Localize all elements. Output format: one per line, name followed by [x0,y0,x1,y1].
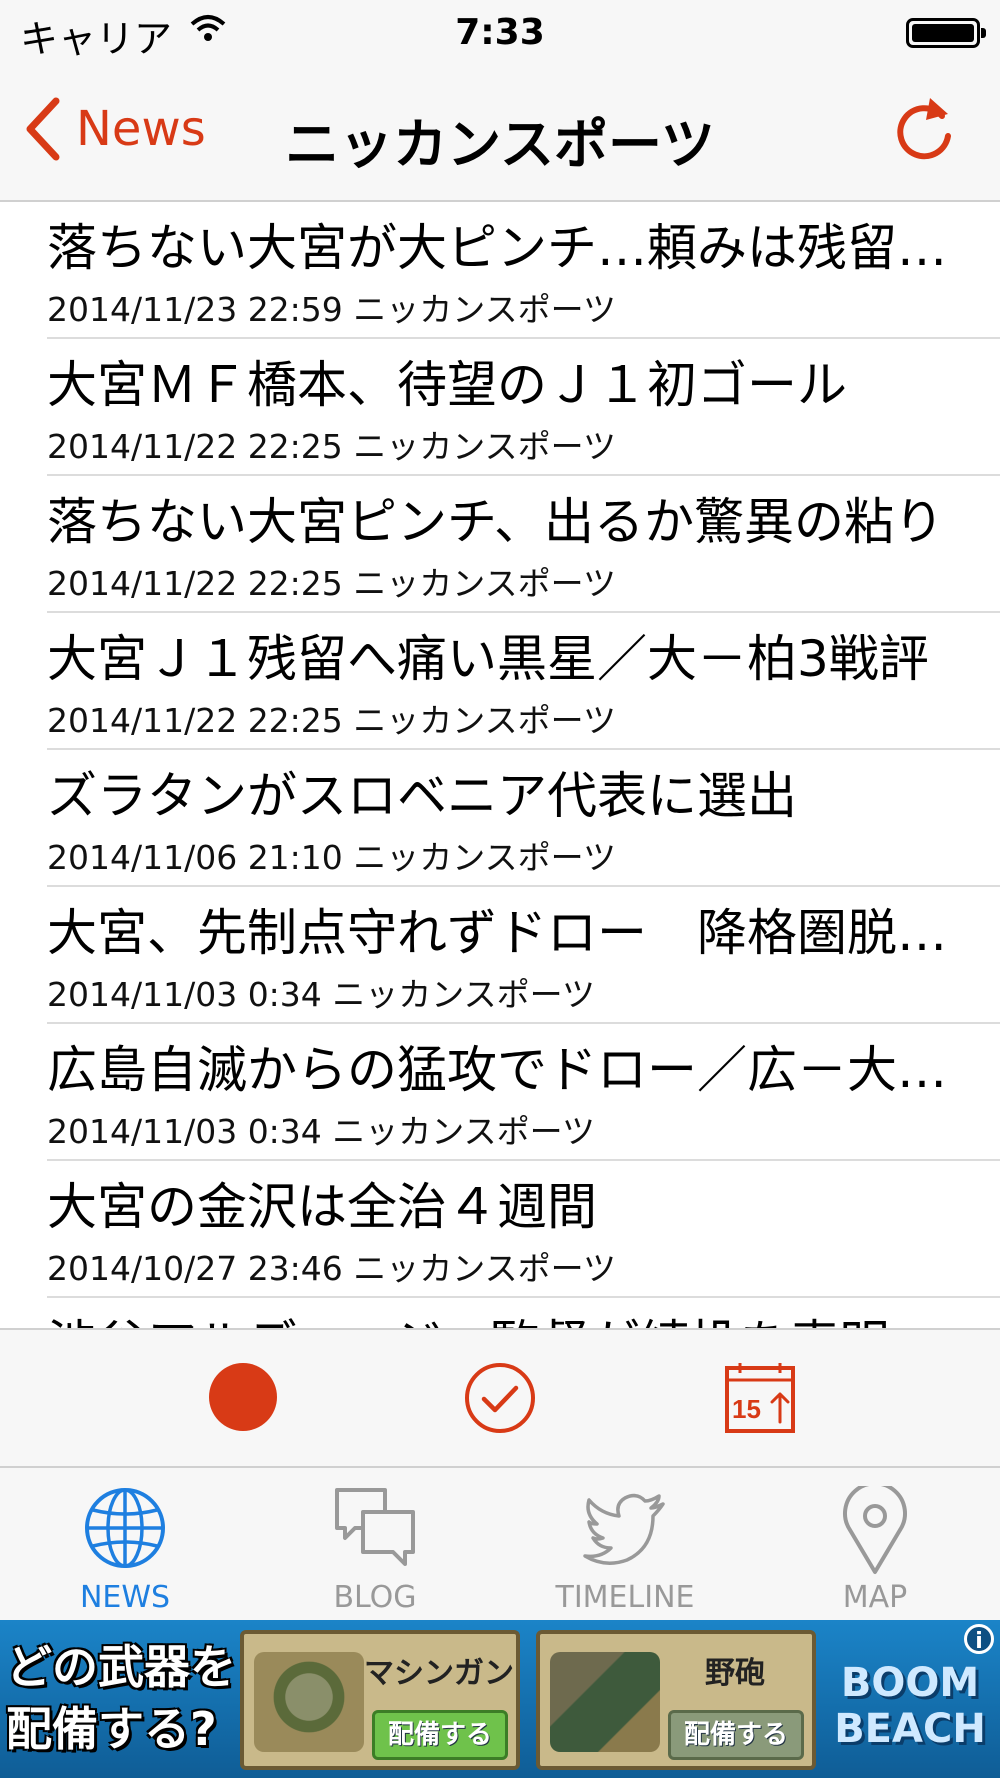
article-title: 大宮ＭＦ橋本、待望のＪ１初ゴール [47,356,847,414]
calendar-day: 15 [732,1394,761,1424]
article-meta: 2014/11/23 22:59 ニッカンスポーツ [47,283,616,331]
article-date: 2014/11/23 22:59 [47,290,343,329]
tab-label: MAP [842,1580,908,1615]
article-date: 2014/11/03 0:34 [47,975,322,1014]
bird-icon [500,1486,750,1570]
article-source: ニッカンスポーツ [353,1249,616,1288]
article-source: ニッカンスポーツ [353,564,616,603]
back-button-label: News [76,101,206,157]
chevron-left-icon [26,97,60,161]
navigation-bar: News ニッカンスポーツ [0,70,1000,202]
article-meta: 2014/11/03 0:34 ニッカンスポーツ [47,968,595,1016]
ad-card-name: マシンガン [364,1656,514,1691]
logo-line: BEACH [834,1706,986,1752]
article-date: 2014/11/03 0:34 [47,1112,322,1151]
ad-headline-line: どの武器を [6,1640,236,1694]
list-item[interactable]: 渋谷アルディージャ監督が続投を表明した [0,1298,1000,1328]
ad-card-name: 野砲 [705,1656,765,1691]
article-source: ニッカンスポーツ [353,701,616,740]
article-source: ニッカンスポーツ [353,290,616,329]
ad-card-machinegun[interactable]: マシンガン 配備する [240,1630,520,1770]
article-meta: 2014/11/06 21:10 ニッカンスポーツ [47,831,616,879]
article-title: 渋谷アルディージャ監督が続投を表明した [47,1312,952,1328]
clock: 7:33 [455,12,545,53]
back-button[interactable]: News [24,94,206,164]
article-source: ニッカンスポーツ [353,427,616,466]
article-source: ニッカンスポーツ [332,1112,595,1151]
article-meta: 2014/11/22 22:25 ニッカンスポーツ [47,557,616,605]
deploy-button[interactable]: 配備する [668,1710,804,1760]
calendar-sort-button[interactable]: 15 [724,1362,796,1438]
tab-label: BLOG [333,1580,417,1615]
tab-timeline[interactable]: TIMELINE [500,1468,750,1620]
logo-line: BOOM [840,1660,980,1706]
list-item[interactable]: 広島自滅からの猛攻でドロー／広－大戦評 2014/11/03 0:34 ニッカン… [0,1024,1000,1161]
article-source: ニッカンスポーツ [353,838,616,877]
tab-news[interactable]: NEWS [0,1468,250,1620]
article-title: 広島自滅からの猛攻でドロー／広－大戦評 [47,1041,952,1099]
unread-filter-button[interactable] [208,1362,278,1436]
list-item[interactable]: 落ちない大宮が大ピンチ…頼みは残留の鍵となる一戦 2014/11/23 22:5… [0,202,1000,339]
calendar-icon: 15 [725,1363,795,1433]
article-title: 大宮、先制点守れずドロー 降格圏脱出ならず [47,904,952,962]
article-meta: 2014/11/22 22:25 ニッカンスポーツ [47,694,616,742]
article-date: 2014/11/22 22:25 [47,564,343,603]
tab-label: TIMELINE [555,1580,695,1615]
article-date: 2014/11/22 22:25 [47,427,343,466]
article-title: 大宮の金沢は全治４週間 [47,1178,597,1236]
tab-label: NEWS [79,1580,171,1615]
toolbar: 15 [0,1328,1000,1466]
tab-blog[interactable]: BLOG [250,1468,500,1620]
article-title: 落ちない大宮ピンチ、出るか驚異の粘り [47,493,944,551]
list-item[interactable]: 大宮Ｊ１残留へ痛い黒星／大－柏3戦評 2014/11/22 22:25 ニッカン… [0,613,1000,750]
article-date: 2014/11/22 22:25 [47,701,343,740]
list-item[interactable]: 落ちない大宮ピンチ、出るか驚異の粘り 2014/11/22 22:25 ニッカン… [0,476,1000,613]
filled-circle-icon [209,1363,277,1431]
tab-bar: NEWS BLOG TIMELINE MAP [0,1466,1000,1620]
mark-read-button[interactable] [464,1362,536,1438]
refresh-button[interactable] [890,92,956,168]
battery-icon [906,18,986,48]
article-date: 2014/11/06 21:10 [47,838,343,877]
list-item[interactable]: 大宮の金沢は全治４週間 2014/10/27 23:46 ニッカンスポーツ [0,1161,1000,1298]
deploy-button[interactable]: 配備する [372,1710,508,1760]
article-title: 落ちない大宮が大ピンチ…頼みは残留の鍵となる一戦 [47,219,952,277]
ad-card-cannon[interactable]: 野砲 配備する [536,1630,816,1770]
list-item[interactable]: 大宮、先制点守れずドロー 降格圏脱出ならず 2014/11/03 0:34 ニッ… [0,887,1000,1024]
refresh-icon [897,98,951,160]
article-date: 2014/10/27 23:46 [47,1249,343,1288]
article-meta: 2014/11/22 22:25 ニッカンスポーツ [47,420,616,468]
chat-bubbles-icon [250,1486,500,1570]
boom-beach-logo: BOOM BEACH [830,1660,990,1752]
info-icon[interactable]: i [964,1624,994,1654]
list-item[interactable]: 大宮ＭＦ橋本、待望のＪ１初ゴール 2014/11/22 22:25 ニッカンスポ… [0,339,1000,476]
article-title: ズラタンがスロベニア代表に選出 [47,767,797,825]
article-source: ニッカンスポーツ [332,975,595,1014]
ad-banner[interactable]: どの武器を 配備する? マシンガン 配備する 野砲 配備する BOOM BEAC… [0,1620,1000,1778]
article-title: 大宮Ｊ１残留へ痛い黒星／大－柏3戦評 [47,630,929,688]
list-item[interactable]: ズラタンがスロベニア代表に選出 2014/11/06 21:10 ニッカンスポー… [0,750,1000,887]
map-pin-icon [750,1486,1000,1576]
article-meta: 2014/11/03 0:34 ニッカンスポーツ [47,1105,595,1153]
check-circle-icon [465,1363,535,1433]
tab-map[interactable]: MAP [750,1468,1000,1620]
ad-headline-line: 配備する? [6,1702,217,1756]
ad-headline: どの武器を 配備する? [6,1636,236,1760]
globe-icon [0,1486,250,1570]
article-list[interactable]: 落ちない大宮が大ピンチ…頼みは残留の鍵となる一戦 2014/11/23 22:5… [0,202,1000,1328]
article-meta: 2014/10/27 23:46 ニッカンスポーツ [47,1242,616,1290]
status-bar: キャリア 7:33 [0,0,1000,70]
machinegun-image [254,1652,364,1752]
cannon-image [550,1652,660,1752]
